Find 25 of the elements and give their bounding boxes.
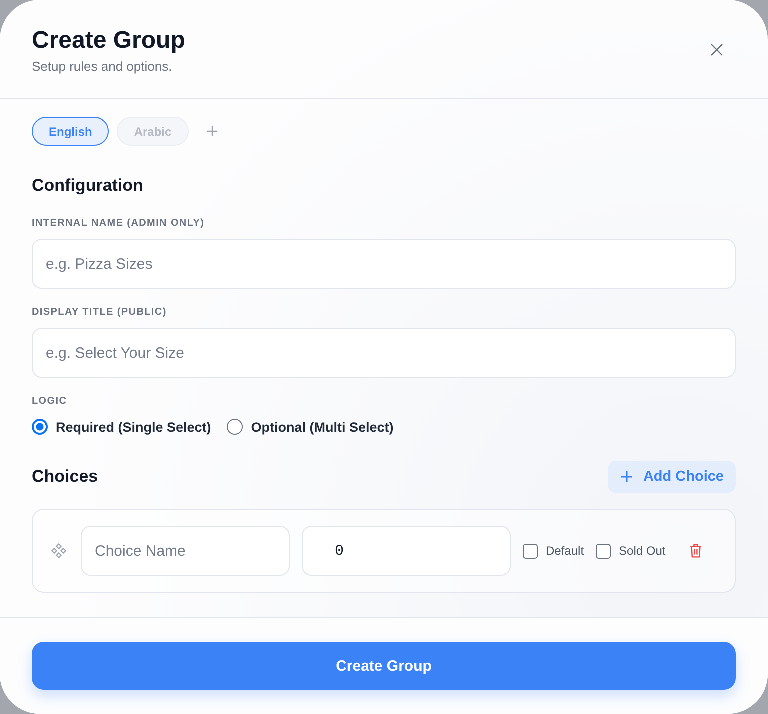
plus-icon xyxy=(621,471,634,483)
create-group-button[interactable]: Create Group xyxy=(32,642,736,690)
diamond-grid-icon[interactable] xyxy=(51,543,67,559)
section-heading: Choices xyxy=(32,467,98,487)
text-field[interactable]: e.g. Select Your Size xyxy=(32,328,736,378)
radio-button[interactable] xyxy=(32,419,48,435)
price-field[interactable]: 0 xyxy=(302,526,511,576)
radio-label[interactable]: Optional (Multi Select) xyxy=(251,420,394,434)
radio-button[interactable] xyxy=(227,419,244,435)
trash-icon[interactable] xyxy=(690,544,702,558)
field-label: INTERNAL NAME (ADMIN ONLY) xyxy=(32,218,206,230)
checkbox[interactable] xyxy=(596,544,612,558)
text-field[interactable]: Choice Name xyxy=(81,526,290,576)
text-field[interactable]: e.g. Pizza Sizes xyxy=(32,239,736,289)
plus-icon[interactable] xyxy=(206,126,218,137)
checkbox-label[interactable]: Sold Out xyxy=(619,544,666,558)
radio-label[interactable]: Required (Single Select) xyxy=(56,420,212,434)
close-icon[interactable] xyxy=(711,44,723,56)
dialog-subtitle: Setup rules and options. xyxy=(32,59,174,75)
checkbox[interactable] xyxy=(523,544,538,558)
section-heading: Configuration xyxy=(32,176,144,196)
field-label: DISPLAY TITLE (PUBLIC) xyxy=(32,307,168,319)
field-label: LOGIC xyxy=(32,396,68,408)
dialog-title: Create Group xyxy=(32,27,186,55)
checkbox-label[interactable]: Default xyxy=(546,544,584,558)
